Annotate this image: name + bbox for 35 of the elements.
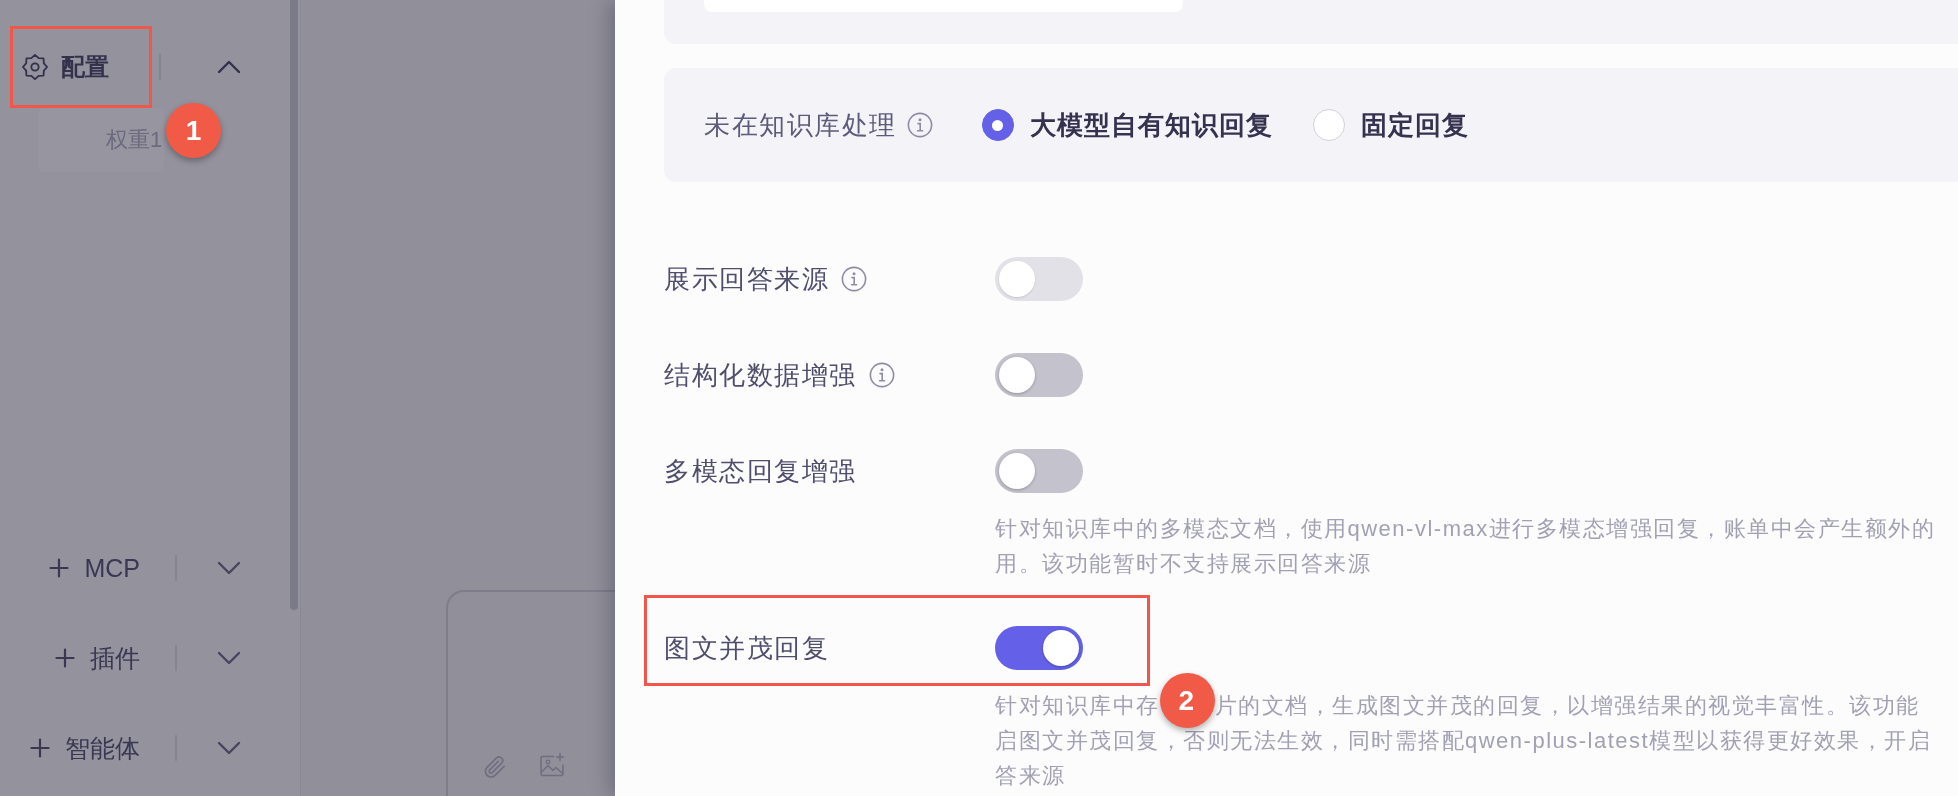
info-icon[interactable] [906, 112, 933, 138]
setting-label: 图文并茂回复 [664, 635, 829, 661]
setting-label: 结构化数据增强 [664, 362, 857, 388]
add-button[interactable]: MCP [0, 555, 140, 581]
chevron-down-icon [217, 651, 241, 665]
config-button[interactable]: 配置 [22, 54, 109, 80]
description-text: 针对知识库中存 [995, 692, 1160, 720]
description-text: 启图文并茂回复，否则无法生效，同时需搭配qwen-plus-latest模型以获得更好效果，开启 [995, 727, 1932, 755]
toggle-switch[interactable] [995, 626, 1083, 670]
chevron-down-icon [217, 561, 241, 575]
description-text: 片的文档，生成图文并茂的回复，以增强结果的视觉丰富性。该功能 [1214, 692, 1920, 720]
option-label[interactable]: 大模型自有知识回复 [1029, 112, 1273, 138]
plus-icon [49, 558, 70, 578]
plus-icon [30, 738, 50, 758]
chevron-up-icon [217, 60, 241, 74]
paperclip-icon[interactable] [482, 754, 508, 780]
setting-label: 多模态回复增强 [664, 458, 857, 484]
toggle-switch[interactable] [995, 449, 1083, 493]
setting-label: 展示回答来源 [664, 266, 829, 292]
radio-button[interactable] [981, 109, 1014, 141]
description-text: 针对知识库中的多模态文档，使用qwen-vl-max进行多模态增强回复，账单中会产生额外的 [995, 515, 1936, 543]
plus-icon [55, 648, 75, 668]
add-button[interactable]: 插件 [0, 645, 140, 671]
chevron-down-icon [217, 741, 241, 755]
toggle-switch[interactable] [995, 353, 1083, 397]
settings-icon [22, 54, 48, 80]
field-label: 未在知识库处理 [704, 112, 897, 138]
step-marker: 2 [1159, 673, 1215, 728]
info-icon[interactable] [868, 362, 895, 388]
option-label[interactable]: 固定回复 [1360, 112, 1469, 138]
description-text: 答来源 [995, 762, 1066, 790]
description-text: 用。该功能暂时不支持展示回答来源 [995, 550, 1371, 578]
scrollbar[interactable] [290, 0, 298, 610]
add-button[interactable]: 智能体 [0, 735, 140, 761]
step-marker: 1 [166, 103, 221, 158]
